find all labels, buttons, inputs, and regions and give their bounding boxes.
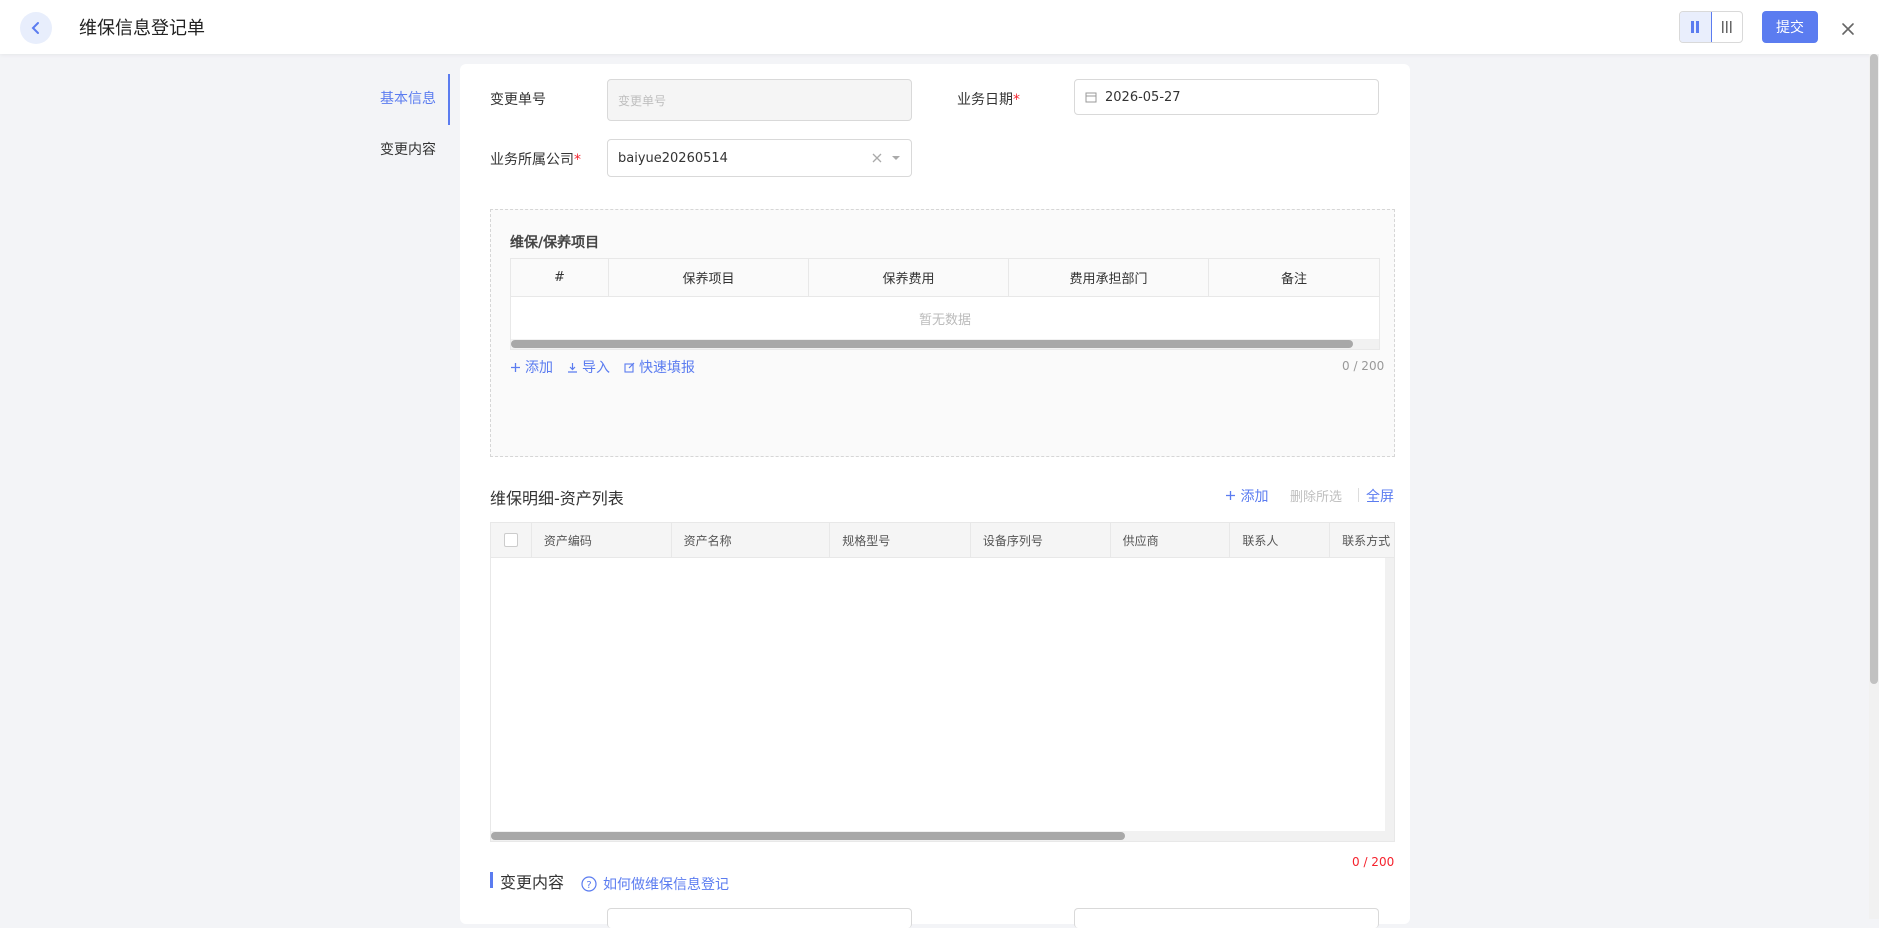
horizontal-scrollbar[interactable]: [491, 831, 1394, 841]
import-button[interactable]: 导入: [567, 357, 610, 377]
biz-date-label: 业务日期*: [957, 92, 1020, 108]
help-link[interactable]: ? 如何做维保信息登记: [581, 874, 729, 894]
plus-icon: [1226, 491, 1235, 500]
maintenance-items-actions: 添加 导入 快速填报: [510, 357, 695, 377]
maintenance-items-panel: 维保/保养项目 # 保养项目 保养费用 费用承担部门 备注 暂无数据 添加 导入…: [490, 209, 1395, 457]
anchor-change-content[interactable]: 变更内容: [366, 125, 450, 176]
table-header: # 保养项目 保养费用 费用承担部门 备注: [511, 259, 1379, 297]
page-title: 维保信息登记单: [79, 18, 205, 39]
view-mode-toggle[interactable]: [1679, 11, 1743, 43]
back-button[interactable]: [20, 12, 52, 44]
column-header: 规格型号: [830, 523, 971, 557]
plus-icon: [511, 362, 520, 372]
calendar-icon: [1085, 92, 1097, 103]
asset-list-table: 资产编码 资产名称 规格型号 设备序列号 供应商 联系人 联系方式: [490, 522, 1395, 842]
submit-button[interactable]: 提交: [1762, 11, 1818, 43]
section-anchor-nav: 基本信息 变更内容: [366, 74, 450, 176]
company-value: baiyue20260514: [618, 150, 728, 166]
change-no-label: 变更单号: [490, 92, 546, 108]
asset-list-title: 维保明细-资产列表: [490, 489, 624, 508]
scrollbar-thumb[interactable]: [491, 832, 1125, 840]
company-label: 业务所属公司*: [490, 152, 581, 168]
biz-date-value: 2026-05-27: [1105, 89, 1181, 105]
two-column-icon: [1691, 21, 1700, 33]
two-column-view-button[interactable]: [1680, 12, 1712, 42]
anchor-basic-info[interactable]: 基本信息: [366, 74, 450, 125]
column-header: 资产名称: [672, 523, 831, 557]
fullscreen-button[interactable]: 全屏: [1366, 486, 1394, 506]
select-all-checkbox[interactable]: [503, 533, 518, 547]
column-header: 资产编码: [532, 523, 672, 557]
company-select[interactable]: baiyue20260514: [607, 139, 912, 177]
change-content-title: 变更内容: [500, 873, 565, 892]
download-icon: [568, 362, 577, 373]
divider: [1358, 488, 1359, 502]
section-marker: [490, 872, 493, 888]
column-header: 供应商: [1111, 523, 1231, 557]
maintenance-items-title: 维保/保养项目: [510, 235, 600, 251]
column-header: 保养费用: [809, 259, 1009, 296]
change-content-field-left[interactable]: [607, 908, 912, 928]
edit-icon: [624, 362, 635, 373]
three-column-view-button[interactable]: [1712, 12, 1743, 42]
three-column-icon: [1721, 21, 1732, 33]
vertical-scrollbar[interactable]: [1385, 558, 1394, 833]
scrollbar-thumb[interactable]: [1870, 54, 1878, 684]
column-header: 保养项目: [609, 259, 809, 296]
change-no-field: 变更单号: [607, 79, 912, 121]
asset-count: 0 / 200: [1352, 855, 1395, 869]
column-header: 备注: [1280, 272, 1307, 287]
column-header: 联系人: [1230, 523, 1331, 557]
question-circle-icon: ?: [581, 876, 597, 892]
column-header: #: [511, 259, 609, 296]
close-button[interactable]: [1836, 17, 1860, 41]
biz-date-field[interactable]: 2026-05-27: [1074, 79, 1379, 115]
scrollbar-thumb[interactable]: [511, 340, 1353, 348]
column-header: 费用承担部门: [1009, 259, 1209, 296]
caret-down-icon: [892, 156, 900, 160]
chevron-left-icon: [31, 22, 39, 34]
svg-text:?: ?: [586, 880, 591, 891]
column-header: 设备序列号: [971, 523, 1111, 557]
top-bar: 维保信息登记单 提交: [0, 0, 1879, 54]
delete-selected-button[interactable]: 删除所选: [1290, 486, 1342, 505]
horizontal-scrollbar[interactable]: [511, 339, 1379, 349]
table-header: 资产编码 资产名称 规格型号 设备序列号 供应商 联系人 联系方式: [491, 523, 1394, 558]
clear-icon[interactable]: [872, 153, 882, 163]
item-count: 0 / 200: [1342, 359, 1385, 373]
maintenance-items-table: # 保养项目 保养费用 费用承担部门 备注 暂无数据: [510, 258, 1380, 350]
quick-fill-button[interactable]: 快速填报: [624, 357, 695, 377]
select-all-cell: [491, 523, 532, 557]
close-icon: [1842, 23, 1854, 35]
column-header: 联系方式: [1342, 533, 1391, 548]
change-content-field-right[interactable]: [1074, 908, 1379, 928]
add-item-button[interactable]: 添加: [510, 357, 553, 377]
add-asset-button[interactable]: 添加: [1225, 486, 1268, 506]
page-vertical-scrollbar[interactable]: [1869, 54, 1879, 919]
empty-state: 暂无数据: [918, 312, 971, 328]
